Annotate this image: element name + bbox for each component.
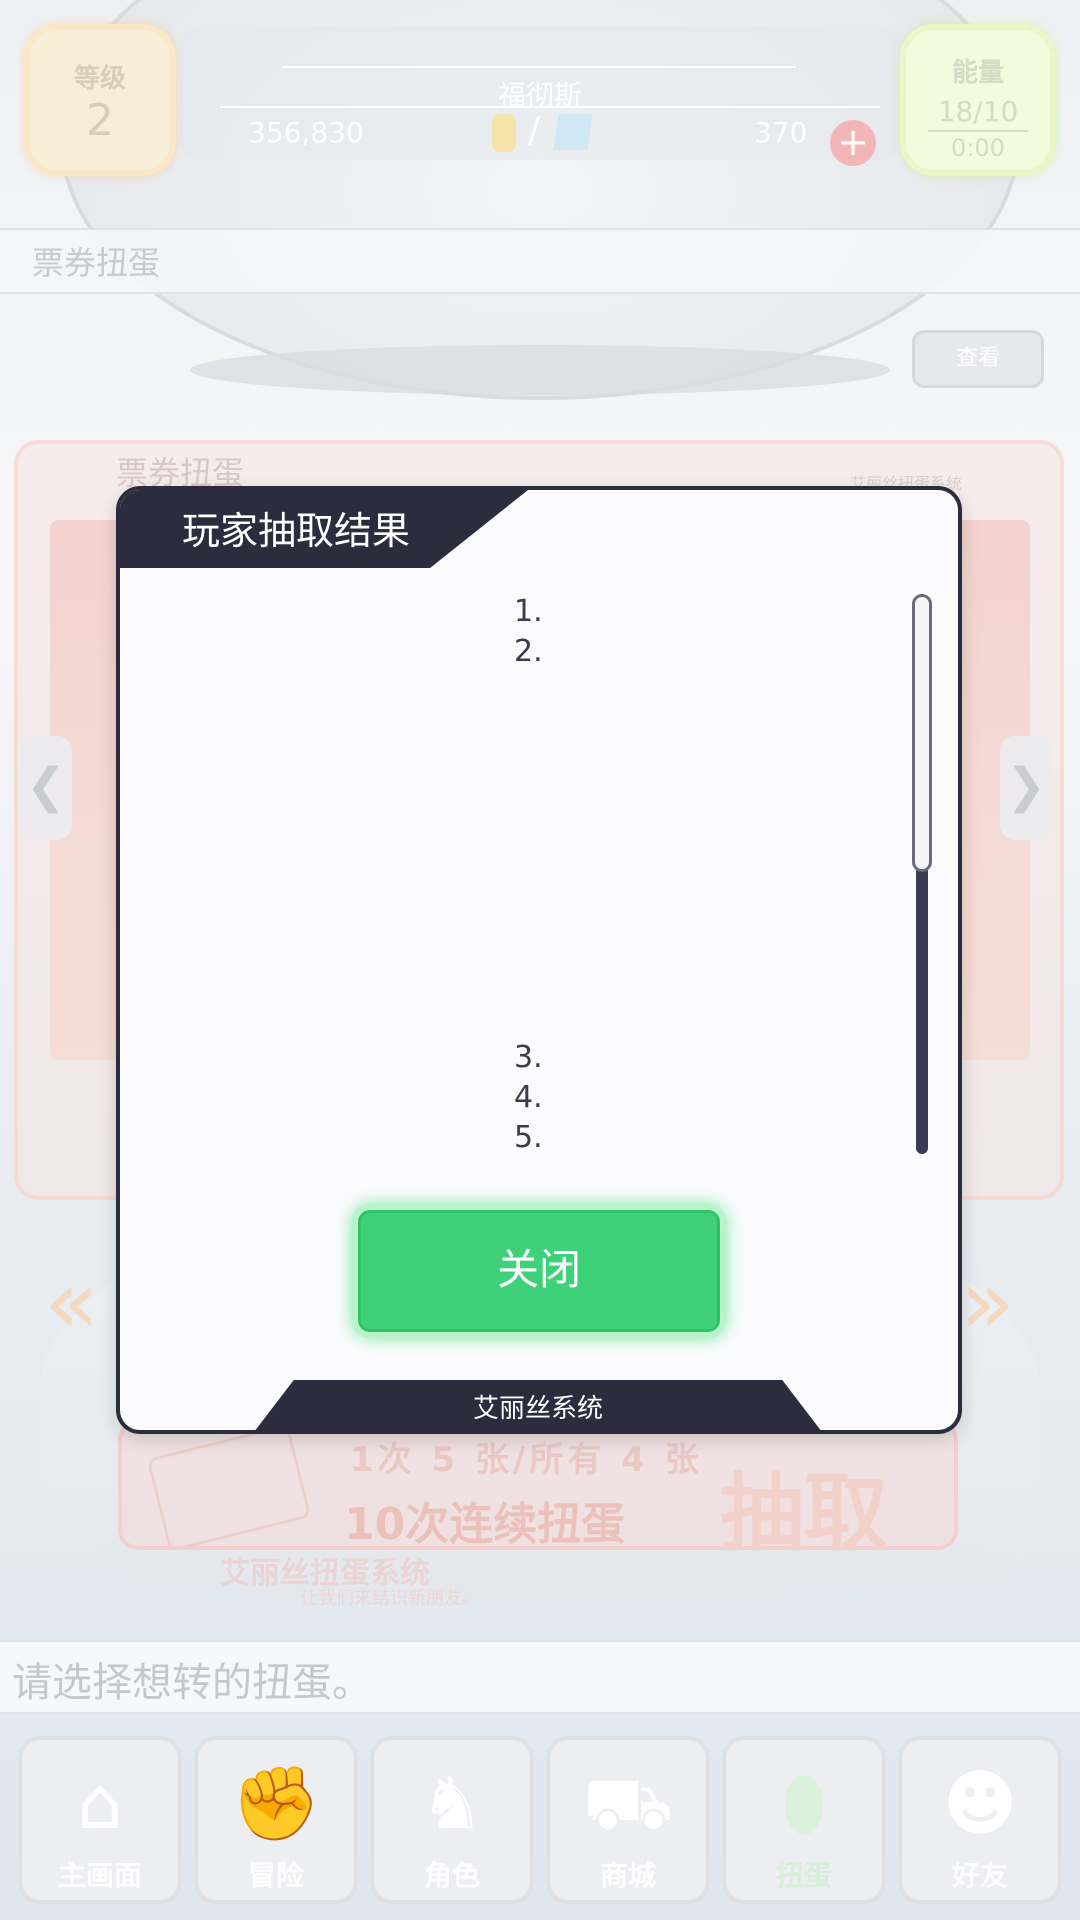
nav-adventure[interactable]: ✊ 冒险 (194, 1736, 358, 1904)
nav-label: 主画面 (57, 1859, 142, 1892)
dialog-footer-label: 艾丽丝系统 (472, 1394, 603, 1424)
result-item: 2. (514, 634, 543, 669)
friends-icon: ☻ (942, 1761, 1018, 1845)
energy-divider (928, 130, 1028, 132)
player-name: 福彻斯 (497, 79, 582, 112)
background-disc (190, 345, 890, 395)
energy-badge: 能量 18/10 0:00 (900, 24, 1056, 176)
nav-character[interactable]: ♞ 角色 (370, 1736, 534, 1904)
level-label: 等级 (73, 64, 126, 94)
chevron-right-icon[interactable]: » (960, 1250, 1015, 1355)
home-icon: ⌂ (77, 1761, 123, 1845)
draw-action-label: 抽取 (720, 1464, 889, 1562)
nav-gacha[interactable]: ⬮ 扭蛋 (722, 1736, 886, 1904)
dialog-title: 玩家抽取结果 (182, 509, 411, 553)
energy-timer: 0:00 (951, 134, 1005, 162)
hud-divider (282, 66, 796, 68)
close-button[interactable]: 关闭 (352, 1204, 726, 1338)
chevron-left-icon[interactable]: « (44, 1250, 99, 1355)
nav-label: 好友 (951, 1859, 1008, 1892)
gem-icon (553, 114, 593, 150)
nav-friends[interactable]: ☻ 好友 (898, 1736, 1062, 1904)
fist-icon: ✊ (231, 1761, 321, 1845)
currency-separator: / (528, 110, 541, 151)
result-item: 3. (514, 1040, 543, 1075)
hint-text: 请选择想转的扭蛋。 (12, 1660, 372, 1706)
nav-home[interactable]: ⌂ 主画面 (18, 1736, 182, 1904)
nav-shop[interactable]: ⛟ 商城 (546, 1736, 710, 1904)
level-badge: 等级 2 (24, 24, 176, 176)
gem-count: 370 (754, 116, 808, 149)
cart-icon: ⛟ (582, 1761, 674, 1845)
draw-subtext: 让我们来结识新朋友。 (300, 1588, 480, 1609)
energy-value: 18/10 (937, 95, 1019, 128)
view-button[interactable]: 查看 (912, 330, 1044, 388)
egg-icon: ⬮ (781, 1761, 827, 1845)
add-gems-button[interactable]: + (830, 120, 876, 166)
next-banner-button[interactable]: ❯ (1000, 736, 1052, 840)
hud-divider (220, 106, 880, 108)
draw-label: 10次连续扭蛋 (344, 1499, 626, 1550)
section-title: 票券扭蛋 (32, 244, 161, 282)
section-strip (0, 228, 1080, 294)
energy-label: 能量 (951, 58, 1004, 88)
coin-count: 356,830 (248, 116, 364, 149)
level-value: 2 (86, 95, 114, 146)
coin-icon (492, 114, 516, 152)
draw-cost: 1次 5 张/所有 4 张 (350, 1440, 703, 1480)
result-item: 5. (514, 1120, 543, 1155)
prev-banner-button[interactable]: ❮ (20, 736, 72, 840)
nav-label: 冒险 (247, 1859, 304, 1892)
nav-label: 扭蛋 (775, 1859, 832, 1892)
rabbit-icon: ♞ (419, 1761, 485, 1845)
scrollbar-thumb[interactable] (912, 594, 932, 872)
nav-label: 角色 (423, 1859, 480, 1892)
result-item: 4. (514, 1080, 543, 1115)
nav-label: 商城 (599, 1859, 656, 1892)
result-item: 1. (514, 594, 543, 629)
